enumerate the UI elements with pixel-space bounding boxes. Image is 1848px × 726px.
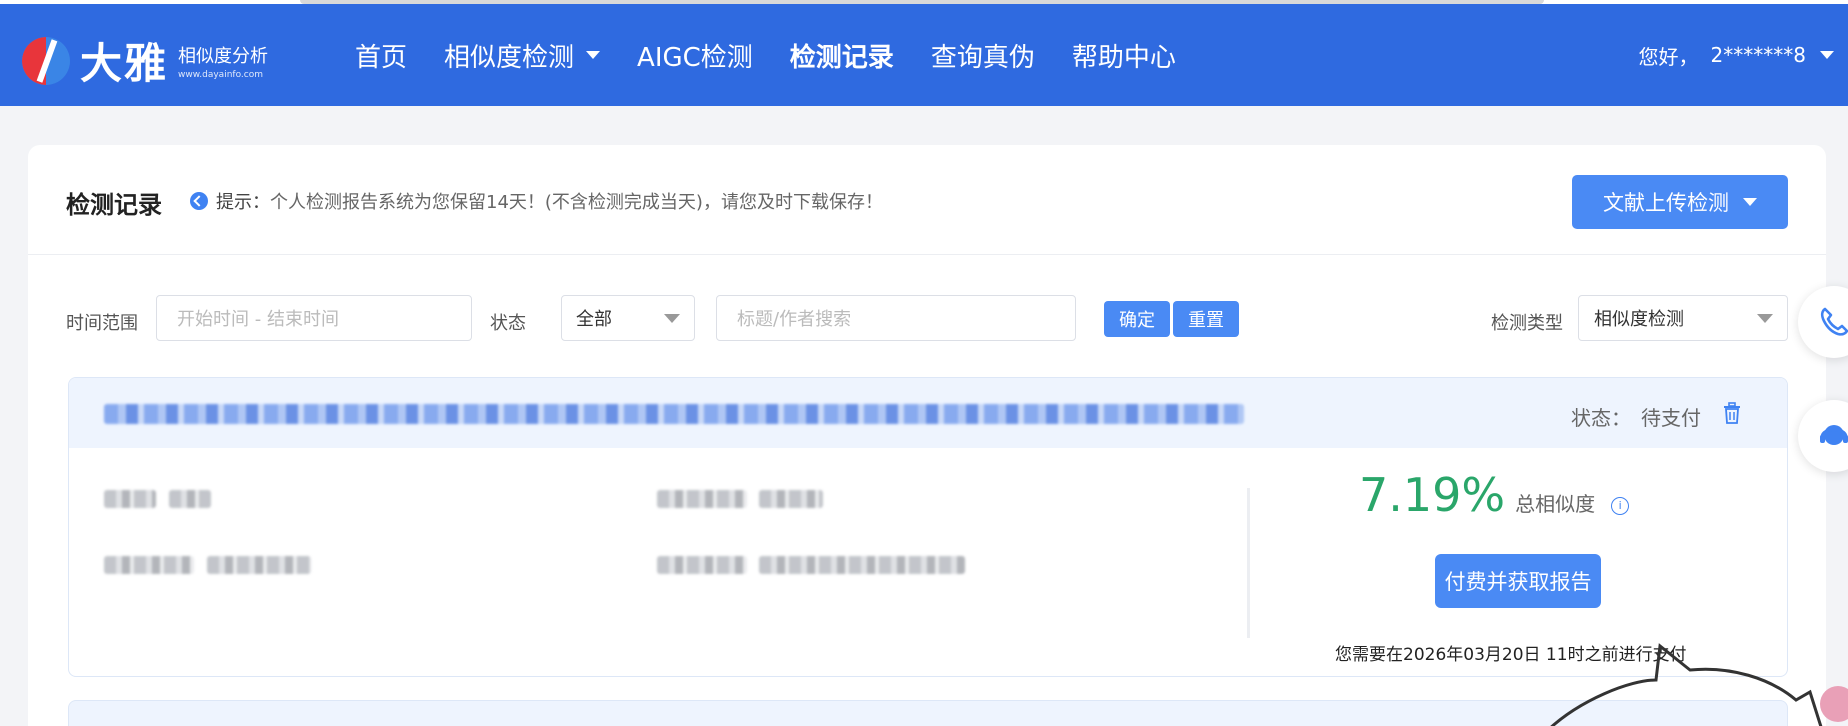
next-record-item	[68, 700, 1788, 726]
tip-label: 提示：	[216, 192, 270, 213]
phone-icon	[1820, 307, 1848, 336]
trash-icon[interactable]	[1723, 402, 1741, 424]
record-header: 状态： 待支付	[69, 378, 1787, 448]
cat-doodle	[1550, 643, 1823, 726]
nav-help-label: 帮助中心	[1071, 42, 1176, 73]
top-navbar: 大雅 相似度分析 www.dayainfo.com 首页 相似度检测 AIGC检…	[0, 4, 1848, 106]
logo-subtitle: 相似度分析	[178, 45, 269, 67]
user-name: 2*******8	[1710, 43, 1806, 67]
record-status: 状态： 待支付	[1571, 402, 1701, 431]
nav-verify-label: 查询真伪	[930, 42, 1035, 73]
status-select[interactable]: 全部	[561, 295, 695, 341]
logo-name: 大雅	[80, 39, 169, 88]
record-item: 状态： 待支付 7.19% 总相似度 i 付费并获取报告 您需要在2026年03月…	[68, 377, 1788, 677]
check-type-select[interactable]: 相似度检测	[1578, 295, 1788, 341]
nav-aigc-check[interactable]: AIGC检测	[637, 37, 753, 74]
customer-service-icon	[1820, 425, 1848, 445]
logo-url: www.dayainfo.com	[178, 69, 264, 80]
nav-check-records[interactable]: 检测记录	[790, 37, 894, 74]
chevron-down-icon	[586, 51, 601, 59]
tip-text: 个人检测报告系统为您保留14天！(不含检测完成当天)，请您及时下载保存！	[270, 192, 883, 213]
page-title: 检测记录	[66, 191, 162, 219]
blurred-field	[104, 556, 194, 574]
blurred-field	[169, 490, 211, 508]
time-range-label: 时间范围	[66, 313, 138, 334]
blurred-field	[657, 556, 747, 574]
blurred-field	[759, 490, 823, 508]
logo-mark-icon	[22, 36, 70, 85]
blurred-document-title	[104, 404, 1244, 424]
time-range-input[interactable]: 开始时间 - 结束时间	[156, 295, 472, 341]
info-icon[interactable]: i	[1611, 496, 1630, 515]
nav-home[interactable]: 首页	[355, 37, 407, 74]
records-card: 检测记录 提示： 个人检测报告系统为您保留14天！(不含检测完成当天)，请您及时…	[28, 145, 1826, 726]
similarity-score: 7.19% 总相似度 i	[1359, 468, 1630, 522]
blurred-field	[657, 490, 747, 508]
nav-similarity-check[interactable]: 相似度检测	[444, 37, 601, 74]
reset-button[interactable]: 重置	[1173, 301, 1239, 337]
check-type-value: 相似度检测	[1594, 309, 1684, 330]
similarity-value: 7.19%	[1359, 468, 1506, 522]
time-range-placeholder: 开始时间 - 结束时间	[177, 309, 339, 330]
chevron-down-icon	[1820, 51, 1834, 59]
logo-subtitle-block: 相似度分析 www.dayainfo.com	[178, 42, 268, 80]
chevron-down-icon	[664, 314, 680, 323]
card-header: 检测记录 提示： 个人检测报告系统为您保留14天！(不含检测完成当天)，请您及时…	[28, 145, 1826, 255]
title-author-search-input[interactable]: 标题/作者搜索	[716, 295, 1076, 341]
blurred-field	[207, 556, 311, 574]
blurred-field	[104, 490, 156, 508]
blurred-field	[759, 556, 965, 574]
upload-check-label: 文献上传检测	[1603, 191, 1729, 215]
pay-and-get-report-button[interactable]: 付费并获取报告	[1435, 554, 1601, 608]
site-logo[interactable]: 大雅 相似度分析 www.dayainfo.com	[22, 30, 268, 91]
check-type-label: 检测类型	[1491, 313, 1563, 334]
user-greeting: 您好，	[1638, 44, 1699, 69]
main-nav: 首页 相似度检测 AIGC检测 检测记录 查询真伪 帮助中心	[355, 4, 1213, 106]
search-placeholder: 标题/作者搜索	[737, 309, 852, 330]
info-tip-icon	[190, 192, 208, 210]
nav-verify[interactable]: 查询真伪	[931, 37, 1035, 74]
similarity-label: 总相似度	[1515, 492, 1596, 516]
nav-records-label: 检测记录	[789, 42, 894, 73]
record-status-label: 状态：	[1571, 406, 1631, 430]
user-menu[interactable]: 您好， 2*******8	[1639, 4, 1834, 106]
status-select-value: 全部	[576, 309, 612, 330]
status-label: 状态	[490, 313, 526, 334]
upload-check-button[interactable]: 文献上传检测	[1572, 175, 1788, 229]
nav-home-label: 首页	[355, 42, 408, 73]
nav-aigc-label: AIGC检测	[637, 42, 753, 73]
filter-bar: 时间范围 开始时间 - 结束时间 状态 全部 标题/作者搜索 确定 重置 检测类…	[28, 295, 1826, 345]
nav-help-center[interactable]: 帮助中心	[1072, 37, 1176, 74]
chevron-down-icon	[1757, 314, 1773, 323]
confirm-button[interactable]: 确定	[1104, 301, 1170, 337]
record-status-value: 待支付	[1641, 406, 1701, 430]
chevron-down-icon	[1743, 198, 1757, 206]
nav-similarity-label: 相似度检测	[444, 42, 575, 73]
vertical-divider	[1247, 488, 1250, 638]
retention-tip: 提示： 个人检测报告系统为您保留14天！(不含检测完成当天)，请您及时下载保存！	[190, 188, 883, 214]
